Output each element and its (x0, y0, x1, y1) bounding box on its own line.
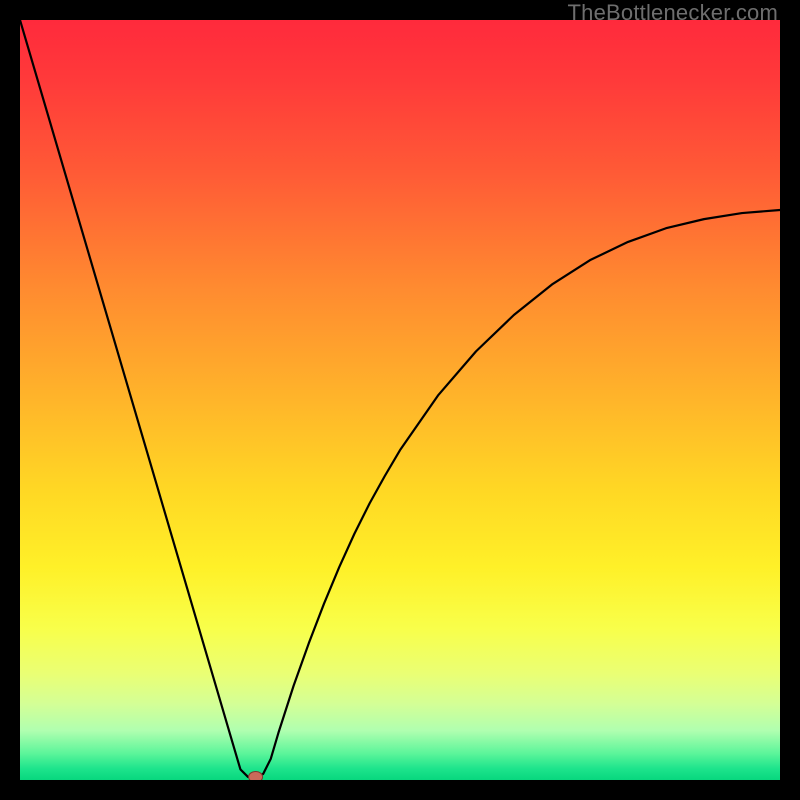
optimal-point-marker (249, 771, 263, 780)
gradient-background (20, 20, 780, 780)
bottleneck-chart (20, 20, 780, 780)
chart-frame (20, 20, 780, 780)
